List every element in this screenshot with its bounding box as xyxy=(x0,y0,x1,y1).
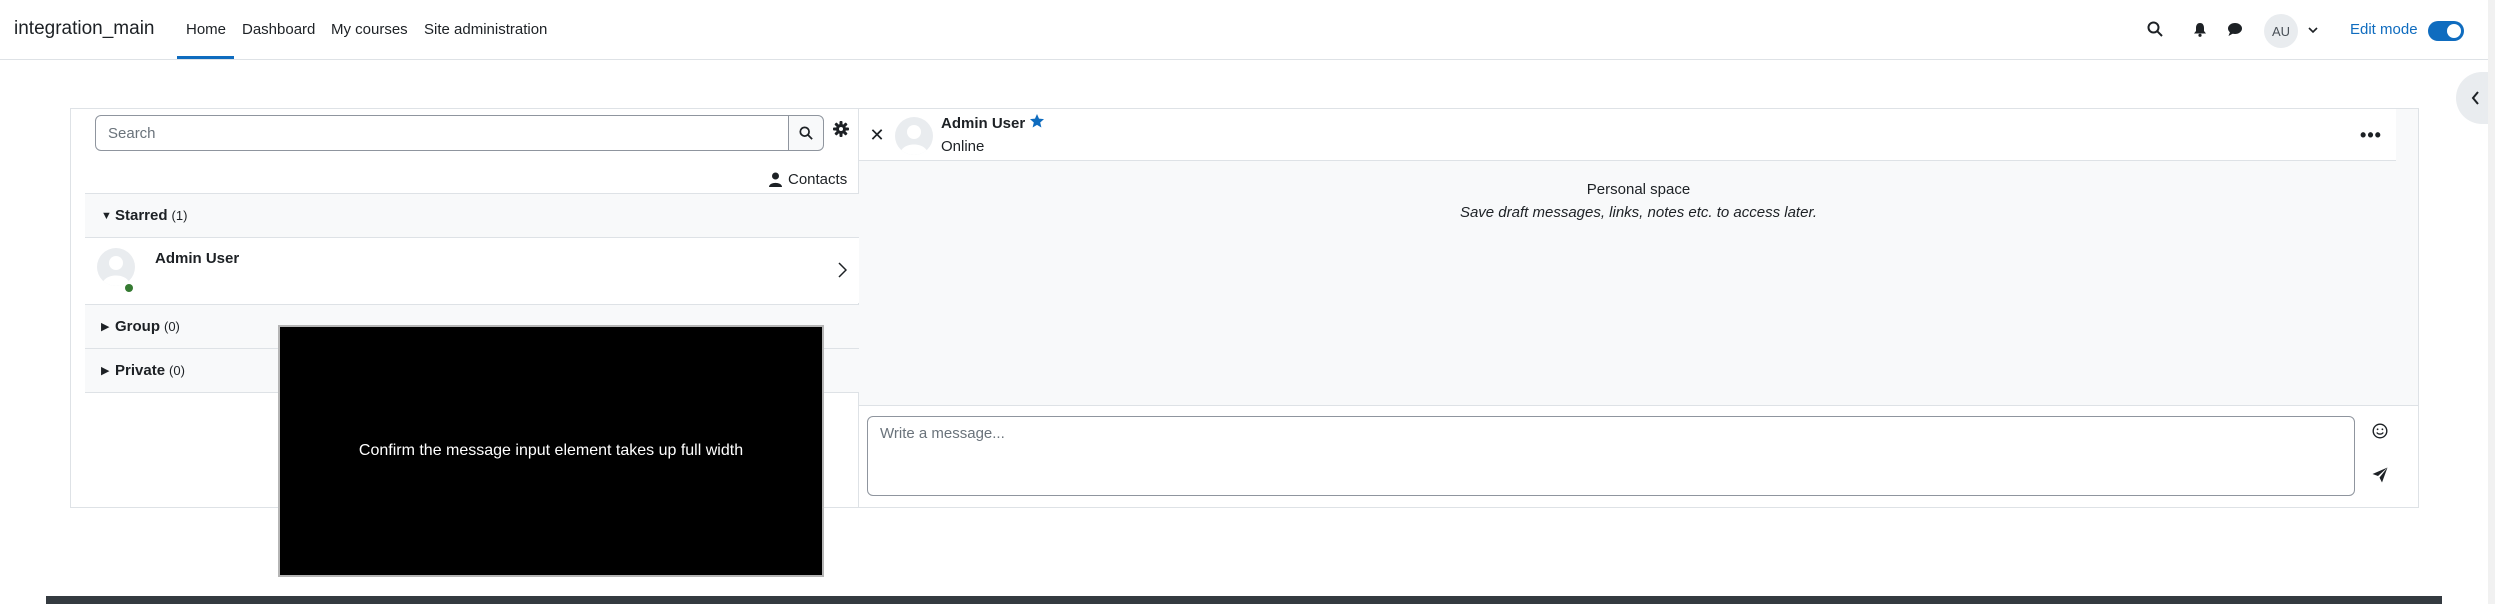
caret-right-icon: ▶ xyxy=(101,321,110,333)
search-icon xyxy=(799,126,813,140)
toggle-knob xyxy=(2447,24,2461,38)
nav-site-administration[interactable]: Site administration xyxy=(424,21,547,38)
section-title: Private xyxy=(115,362,166,379)
message-composer xyxy=(859,405,2418,507)
footer-bar xyxy=(46,596,2442,604)
contacts-label: Contacts xyxy=(788,170,848,188)
nav-dashboard[interactable]: Dashboard xyxy=(242,21,315,38)
edit-mode-toggle[interactable] xyxy=(2428,21,2464,41)
conversation-panel: ✕ Admin User Online ••• Personal space S… xyxy=(859,109,2418,507)
search-button[interactable] xyxy=(788,115,824,151)
message-input[interactable] xyxy=(867,416,2355,496)
search-input[interactable] xyxy=(95,115,789,151)
contact-name: Admin User xyxy=(155,250,240,267)
star-icon xyxy=(1029,113,1045,134)
section-title: Starred xyxy=(115,207,168,224)
edit-mode-label: Edit mode xyxy=(2350,21,2418,38)
emoji-icon[interactable] xyxy=(2369,420,2391,442)
contacts-link[interactable]: Contacts xyxy=(769,169,847,189)
close-icon[interactable]: ✕ xyxy=(867,125,887,145)
chevron-right-icon xyxy=(838,262,848,283)
site-brand[interactable]: integration_main xyxy=(14,18,154,40)
section-starred[interactable]: ▼ Starred (1) xyxy=(85,193,859,237)
nav-home[interactable]: Home xyxy=(186,21,226,38)
send-icon[interactable] xyxy=(2369,464,2391,486)
caret-down-icon: ▼ xyxy=(101,209,112,222)
settings-button[interactable] xyxy=(831,119,851,139)
caret-right-icon: ▶ xyxy=(101,365,110,377)
chevron-left-icon xyxy=(2471,91,2479,105)
nav-active-indicator xyxy=(177,56,234,59)
section-title: Group xyxy=(115,318,160,335)
page-scrollbar[interactable] xyxy=(2488,0,2495,604)
avatar xyxy=(97,248,135,286)
search-group xyxy=(95,115,824,151)
online-status-indicator xyxy=(125,284,133,292)
chevron-down-icon[interactable] xyxy=(2302,19,2324,41)
chat-icon[interactable] xyxy=(2224,18,2246,40)
top-navbar: integration_main Home Dashboard My cours… xyxy=(0,0,2495,60)
conversation-user-status: Online xyxy=(941,138,985,155)
user-avatar[interactable]: AU xyxy=(2264,14,2298,48)
more-actions-icon[interactable]: ••• xyxy=(2359,125,2383,145)
instruction-overlay: Confirm the message input element takes … xyxy=(278,325,824,577)
search-icon[interactable] xyxy=(2144,18,2166,40)
bell-icon[interactable] xyxy=(2189,18,2211,40)
overlay-text: Confirm the message input element takes … xyxy=(358,442,744,459)
section-count: (0) xyxy=(169,363,185,378)
section-count: (0) xyxy=(164,319,180,334)
avatar[interactable] xyxy=(895,117,933,155)
personal-space-subtitle: Save draft messages, links, notes etc. t… xyxy=(1459,204,1818,221)
section-count: (1) xyxy=(171,208,188,223)
user-icon xyxy=(769,172,782,187)
conversation-item[interactable]: Admin User xyxy=(85,237,859,303)
conversation-user-name[interactable]: Admin User xyxy=(941,115,1025,132)
personal-space-title: Personal space xyxy=(1586,181,1691,198)
gear-icon xyxy=(833,121,849,137)
nav-my-courses[interactable]: My courses xyxy=(331,21,408,38)
conversation-header: ✕ Admin User Online ••• xyxy=(859,109,2396,161)
